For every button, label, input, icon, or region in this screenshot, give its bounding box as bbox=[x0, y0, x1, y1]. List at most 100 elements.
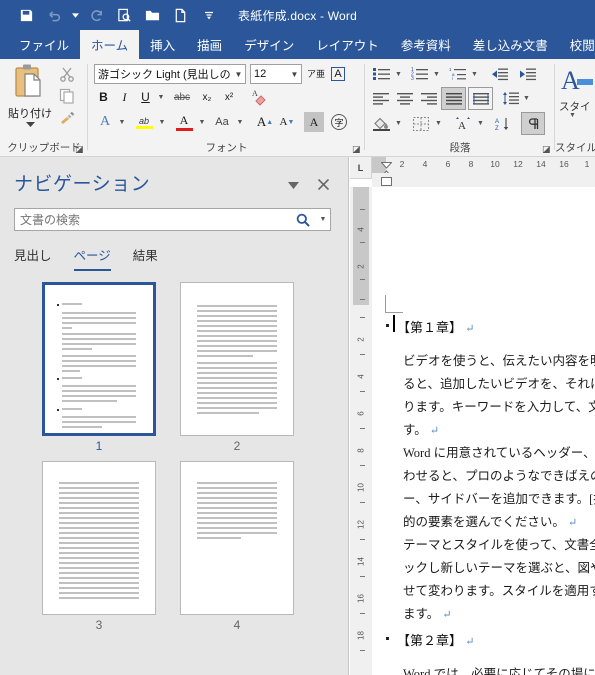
font-size-combo[interactable]: 12 ▼ bbox=[250, 64, 302, 84]
tab-references[interactable]: 参考資料 bbox=[390, 30, 462, 59]
character-border-button[interactable]: A bbox=[328, 64, 348, 84]
multilevel-list-button[interactable]: 1ai bbox=[445, 64, 469, 84]
thumbnail-row: 1 2 bbox=[0, 282, 349, 453]
nav-tab-results[interactable]: 結果 bbox=[133, 245, 158, 271]
bold-button[interactable]: B bbox=[94, 87, 113, 107]
undo-dropdown-icon[interactable] bbox=[70, 2, 81, 28]
underline-button[interactable]: U bbox=[136, 87, 155, 107]
thumbnail-cell[interactable]: 1 bbox=[42, 282, 156, 453]
underline-chevron-down-icon[interactable]: ▼ bbox=[155, 87, 167, 107]
tab-home[interactable]: ホーム bbox=[80, 30, 140, 59]
align-left-button[interactable] bbox=[369, 88, 393, 109]
highlight-chevron-down-icon[interactable]: ▼ bbox=[156, 111, 168, 133]
align-right-button[interactable] bbox=[417, 88, 441, 109]
v-ruler-tick: 4 bbox=[356, 374, 366, 379]
thumbnail-cell[interactable]: 2 bbox=[180, 282, 294, 453]
tab-mailings[interactable]: 差し込み文書 bbox=[462, 30, 559, 59]
page-thumbnail-3[interactable] bbox=[42, 461, 156, 615]
navigation-search-box[interactable]: ▼ bbox=[14, 208, 331, 231]
change-case-button[interactable]: Aa bbox=[210, 111, 234, 133]
clear-formatting-button[interactable]: A bbox=[248, 86, 272, 108]
numbering-button[interactable]: 123 bbox=[407, 64, 431, 84]
text-effects-chevron-down-icon[interactable]: ▼ bbox=[116, 111, 128, 133]
horizontal-ruler[interactable]: 2 4 6 8 10 12 14 16 1 bbox=[372, 157, 595, 177]
enclose-character-button[interactable]: 字 bbox=[328, 111, 350, 133]
shading-button[interactable] bbox=[369, 113, 393, 134]
font-size-chevron-down-icon[interactable]: ▼ bbox=[288, 70, 301, 79]
open-icon[interactable] bbox=[140, 2, 165, 28]
multilevel-list-icon: 1ai bbox=[449, 67, 466, 81]
tab-review[interactable]: 校閲 bbox=[559, 30, 595, 59]
nav-tab-headings[interactable]: 見出し bbox=[14, 245, 52, 271]
search-options-chevron-down-icon[interactable]: ▼ bbox=[316, 216, 330, 223]
distribute-chars-button[interactable]: A bbox=[451, 113, 475, 134]
navigation-pane-close-icon[interactable] bbox=[312, 174, 334, 194]
line-spacing-button[interactable] bbox=[499, 88, 521, 109]
tab-file[interactable]: ファイル bbox=[8, 30, 80, 59]
font-color-chevron-down-icon[interactable]: ▼ bbox=[196, 111, 208, 133]
bullets-button[interactable] bbox=[369, 64, 393, 84]
phonetic-guide-icon: ア亜 bbox=[306, 69, 325, 79]
show-formatting-marks-button[interactable] bbox=[521, 112, 545, 135]
sort-button[interactable]: A Z bbox=[491, 113, 515, 134]
tab-draw[interactable]: 描画 bbox=[186, 30, 233, 59]
numbering-chevron-down-icon[interactable]: ▼ bbox=[431, 64, 442, 84]
bullets-chevron-down-icon[interactable]: ▼ bbox=[393, 64, 404, 84]
change-case-chevron-down-icon[interactable]: ▼ bbox=[234, 111, 246, 133]
clipboard-dialog-launcher[interactable]: ◪ bbox=[75, 144, 85, 154]
styles-gallery-button[interactable]: A bbox=[561, 65, 593, 100]
superscript-button[interactable]: x² bbox=[218, 87, 240, 107]
text-effects-button[interactable]: A bbox=[94, 111, 116, 133]
borders-button[interactable] bbox=[409, 113, 433, 134]
undo-icon[interactable] bbox=[42, 2, 67, 28]
nav-tab-pages[interactable]: ページ bbox=[73, 245, 111, 271]
increase-indent-button[interactable] bbox=[515, 64, 539, 84]
font-color-button[interactable]: A bbox=[172, 111, 196, 133]
distribute-chars-chevron-down-icon[interactable]: ▼ bbox=[475, 113, 486, 134]
page-thumbnail-1[interactable] bbox=[42, 282, 156, 436]
align-center-button[interactable] bbox=[393, 88, 417, 109]
decrease-indent-button[interactable] bbox=[487, 64, 511, 84]
strikethrough-button[interactable]: abc bbox=[170, 87, 194, 107]
multilevel-chevron-down-icon[interactable]: ▼ bbox=[469, 64, 480, 84]
thumbnail-cell[interactable]: 4 bbox=[180, 461, 294, 632]
customize-qat-icon[interactable] bbox=[196, 2, 221, 28]
copy-button[interactable] bbox=[55, 85, 79, 107]
vertical-ruler[interactable]: 4 2 2 4 6 8 10 12 14 16 18 bbox=[350, 187, 372, 675]
page-thumbnail-2[interactable] bbox=[180, 282, 294, 436]
save-icon[interactable] bbox=[14, 2, 39, 28]
shading-chevron-down-icon[interactable]: ▼ bbox=[393, 113, 404, 134]
redo-icon[interactable] bbox=[84, 2, 109, 28]
character-shading-button[interactable]: A bbox=[304, 112, 324, 132]
paste-button[interactable]: 貼り付け bbox=[6, 63, 54, 135]
font-name-combo[interactable]: 游ゴシック Light (見出しのフォ ▼ bbox=[94, 64, 246, 84]
tab-design[interactable]: デザイン bbox=[233, 30, 305, 59]
thumbnail-cell[interactable]: 3 bbox=[42, 461, 156, 632]
navigation-pane-options-chevron-down-icon[interactable] bbox=[282, 175, 304, 195]
font-dialog-launcher[interactable]: ◪ bbox=[352, 144, 362, 154]
document-page[interactable]: 【第１章】 ↵ ビデオを使うと、伝えたい内容を明確に ると、追加したいビデオを、… bbox=[373, 187, 595, 675]
justify-button[interactable] bbox=[441, 87, 466, 110]
line-spacing-chevron-down-icon[interactable]: ▼ bbox=[521, 88, 532, 109]
borders-chevron-down-icon[interactable]: ▼ bbox=[433, 113, 444, 134]
styles-chevron-down-icon[interactable]: ▼ bbox=[569, 112, 576, 119]
cut-button[interactable] bbox=[55, 63, 79, 85]
grow-font-button[interactable]: A ▲ bbox=[254, 111, 276, 133]
search-icon[interactable] bbox=[290, 213, 316, 227]
format-painter-button[interactable] bbox=[55, 107, 79, 129]
highlight-button[interactable]: ab bbox=[132, 111, 156, 133]
paragraph-dialog-launcher[interactable]: ◪ bbox=[542, 144, 552, 154]
distribute-button[interactable] bbox=[468, 87, 493, 110]
font-name-chevron-down-icon[interactable]: ▼ bbox=[232, 70, 245, 79]
tab-insert[interactable]: 挿入 bbox=[139, 30, 186, 59]
phonetic-guide-button[interactable]: ア亜 bbox=[306, 64, 326, 84]
tab-layout[interactable]: レイアウト bbox=[305, 30, 390, 59]
subscript-button[interactable]: x₂ bbox=[196, 87, 218, 107]
search-input[interactable] bbox=[15, 212, 290, 227]
italic-button[interactable]: I bbox=[115, 87, 134, 107]
new-icon[interactable] bbox=[168, 2, 193, 28]
tab-selector-button[interactable]: L bbox=[350, 157, 372, 179]
page-thumbnail-4[interactable] bbox=[180, 461, 294, 615]
shrink-font-button[interactable]: A ▼ bbox=[276, 111, 298, 133]
print-preview-icon[interactable] bbox=[112, 2, 137, 28]
